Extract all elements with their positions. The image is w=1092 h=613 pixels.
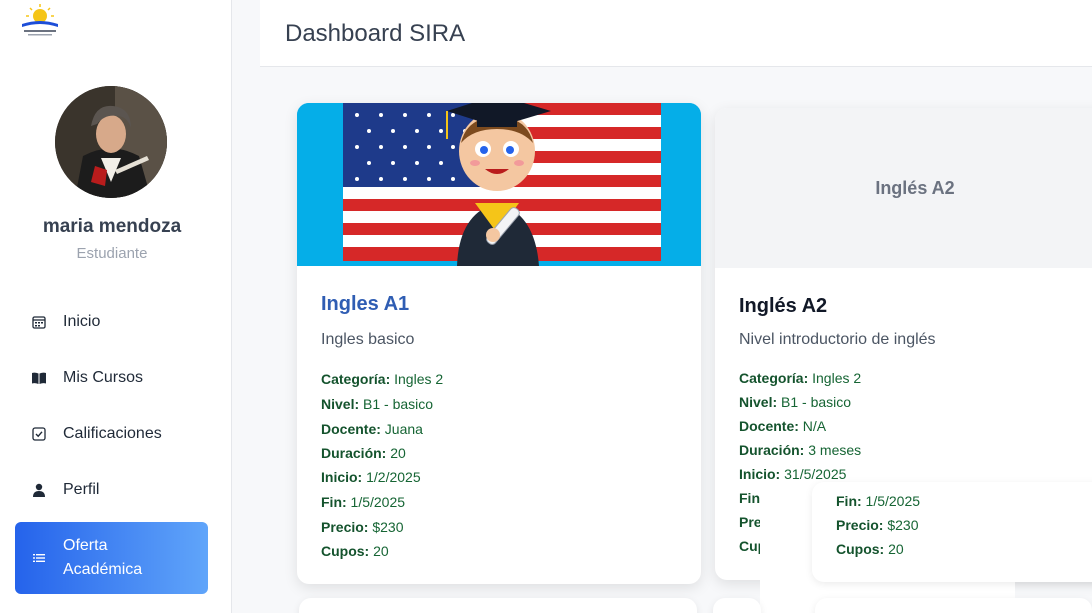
detail-fin: Fin <box>739 490 760 506</box>
nav-item-mis-cursos[interactable]: Mis Cursos <box>15 356 208 400</box>
nav-item-calificaciones[interactable]: Calificaciones <box>15 412 208 456</box>
nav-label: Perfil <box>63 481 100 498</box>
checkbox-icon <box>31 426 47 442</box>
nav-item-perfil[interactable]: Perfil <box>15 468 208 512</box>
detail-docente: Docente: Juana <box>321 421 423 437</box>
nav-label: Mis Cursos <box>63 369 144 386</box>
avatar <box>55 86 167 198</box>
header: Dashboard SIRA <box>260 0 1092 67</box>
detail-fin: Fin: 1/5/2025 <box>321 494 406 510</box>
detail-nivel: Nivel: B1 - basico <box>739 394 852 410</box>
user-role: Estudiante <box>76 245 148 262</box>
detail-inicio: Inicio: 1/2/2025 <box>321 469 421 485</box>
detail-cupos: Cupos: 20 <box>836 541 904 557</box>
page-title: Dashboard SIRA <box>285 20 466 47</box>
detail-inicio: Inicio: 31/5/2025 <box>739 466 847 482</box>
nav-label: Calificaciones <box>63 425 162 442</box>
sidebar: maria mendoza Estudiante Inicio Mis Curs… <box>0 0 232 613</box>
detail-nivel: Nivel: B1 - basico <box>321 396 434 412</box>
course-title[interactable]: Inglés A2 <box>739 295 827 318</box>
course-card-peek[interactable] <box>713 598 761 613</box>
detail-precio: Precio: $230 <box>321 519 404 535</box>
user-name: maria mendoza <box>42 216 182 237</box>
detail-duracion: Duración: 20 <box>321 445 406 461</box>
course-card-peek[interactable] <box>815 598 1092 613</box>
course-card[interactable]: Ingles A1 Ingles basico Categoría: Ingle… <box>297 103 701 584</box>
detail-docente: Docente: N/A <box>739 418 827 434</box>
user-icon <box>31 482 47 498</box>
calendar-icon <box>31 314 47 330</box>
nav-label: Oferta Académica <box>63 537 143 578</box>
book-icon <box>31 370 47 386</box>
course-image <box>297 103 701 266</box>
detail-precio: Precio: $230 <box>836 517 919 533</box>
detail-fin: Fin: 1/5/2025 <box>836 493 921 509</box>
detail-categoria: Categoría: Ingles 2 <box>739 370 862 386</box>
course-image-placeholder: Inglés A2 <box>715 108 1092 268</box>
nav-item-oferta-academica[interactable]: Oferta Académica <box>15 522 208 594</box>
detail-categoria: Categoría: Ingles 2 <box>321 371 444 387</box>
course-card-overlay: Fin: 1/5/2025 Precio: $230 Cupos: 20 <box>812 482 1092 582</box>
nav-label: Inicio <box>63 313 101 330</box>
course-card-peek[interactable] <box>299 598 697 613</box>
detail-cupos: Cupos: 20 <box>321 543 389 559</box>
list-icon <box>31 550 47 566</box>
course-title[interactable]: Ingles A1 <box>321 293 409 316</box>
detail-duracion: Duración: 3 meses <box>739 442 862 458</box>
course-description: Nivel introductorio de inglés <box>739 331 936 348</box>
logo <box>16 2 64 40</box>
detail-precio: Pre <box>739 514 762 530</box>
nav-item-inicio[interactable]: Inicio <box>15 300 208 344</box>
course-description: Ingles basico <box>321 331 415 348</box>
